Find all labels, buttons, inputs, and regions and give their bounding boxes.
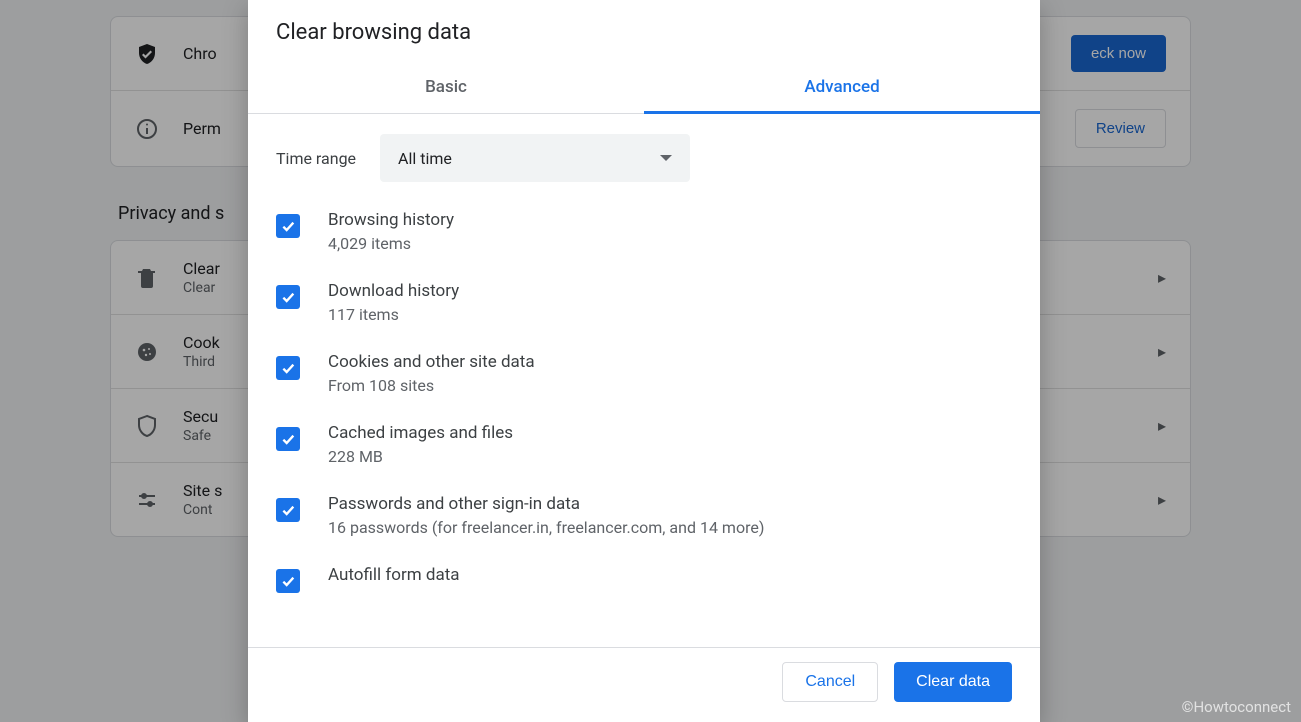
watermark: ©Howtoconnect — [1182, 698, 1291, 716]
sliders-icon — [135, 488, 159, 512]
dialog-scroll-area[interactable]: Time range All time Browsing history 4,0… — [276, 134, 1012, 647]
item-title: Passwords and other sign-in data — [328, 494, 764, 514]
cancel-button[interactable]: Cancel — [782, 662, 878, 702]
clear-browsing-data-dialog: Clear browsing data Basic Advanced Time … — [248, 0, 1040, 722]
check-row-passwords: Passwords and other sign-in data 16 pass… — [276, 494, 1012, 537]
checkbox-cookies[interactable] — [276, 356, 300, 380]
checkbox-cached[interactable] — [276, 427, 300, 451]
item-sub: 117 items — [328, 305, 459, 324]
check-row-browsing-history: Browsing history 4,029 items — [276, 210, 1012, 253]
dialog-footer: Cancel Clear data — [248, 647, 1040, 722]
tab-advanced[interactable]: Advanced — [644, 63, 1040, 113]
check-now-button[interactable]: eck now — [1071, 35, 1166, 72]
security-icon — [135, 414, 159, 438]
item-sub: 4,029 items — [328, 234, 454, 253]
time-range-select[interactable]: All time — [380, 134, 690, 182]
chevron-right-icon: ▸ — [1158, 268, 1166, 287]
time-range-value: All time — [398, 149, 452, 168]
checkbox-passwords[interactable] — [276, 498, 300, 522]
tab-basic[interactable]: Basic — [248, 63, 644, 113]
check-row-cookies: Cookies and other site data From 108 sit… — [276, 352, 1012, 395]
check-row-cached: Cached images and files 228 MB — [276, 423, 1012, 466]
item-title: Download history — [328, 281, 459, 301]
cookie-icon — [135, 340, 159, 364]
checkbox-autofill[interactable] — [276, 569, 300, 593]
item-sub: 16 passwords (for freelancer.in, freelan… — [328, 518, 764, 537]
caret-down-icon — [660, 155, 672, 161]
check-row-autofill: Autofill form data — [276, 565, 1012, 593]
checkbox-browsing-history[interactable] — [276, 214, 300, 238]
chevron-right-icon: ▸ — [1158, 416, 1166, 435]
chevron-right-icon: ▸ — [1158, 342, 1166, 361]
item-sub: From 108 sites — [328, 376, 535, 395]
clear-data-button[interactable]: Clear data — [894, 662, 1012, 702]
item-title: Cookies and other site data — [328, 352, 535, 372]
item-title: Autofill form data — [328, 565, 460, 585]
trash-icon — [135, 266, 159, 290]
dialog-body: Time range All time Browsing history 4,0… — [248, 114, 1040, 647]
check-row-download-history: Download history 117 items — [276, 281, 1012, 324]
time-range-label: Time range — [276, 149, 356, 168]
review-button[interactable]: Review — [1075, 109, 1166, 148]
shield-icon — [135, 42, 159, 66]
item-title: Browsing history — [328, 210, 454, 230]
checkbox-download-history[interactable] — [276, 285, 300, 309]
item-title: Cached images and files — [328, 423, 513, 443]
info-icon — [135, 117, 159, 141]
dialog-title: Clear browsing data — [248, 0, 1040, 63]
chevron-right-icon: ▸ — [1158, 490, 1166, 509]
item-sub: 228 MB — [328, 447, 513, 466]
dialog-tabs: Basic Advanced — [248, 63, 1040, 114]
time-range-row: Time range All time — [276, 134, 1012, 182]
